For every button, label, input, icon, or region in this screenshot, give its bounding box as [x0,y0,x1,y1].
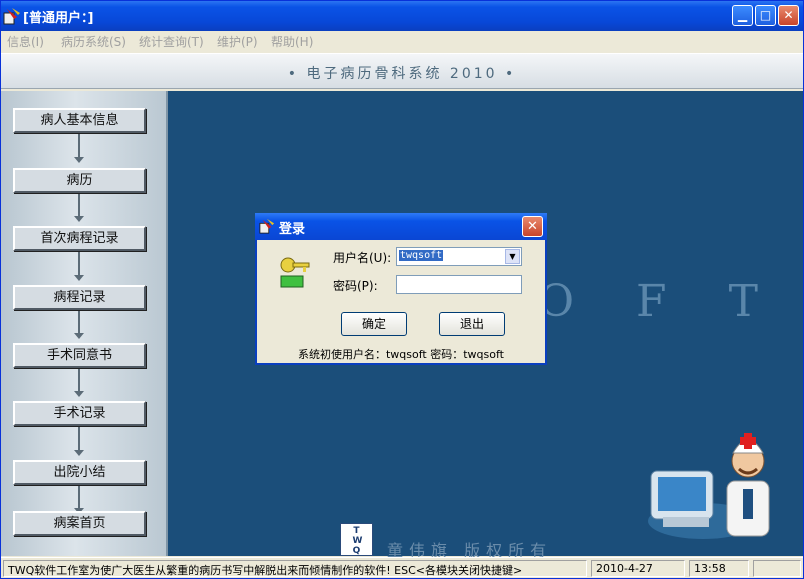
flow-arrow [74,486,84,514]
menu-help[interactable]: 帮助(H) [271,33,313,50]
status-message: TWQ软件工作室为使广大医生从繁重的病历书写中解脱出来而倾情制作的软件! ESC… [3,560,587,577]
banner-title: • 电子病历骨科系统 2010 • [287,66,517,82]
username-value: twqsoft [399,250,444,261]
flow-arrow [74,311,84,339]
title-bar[interactable]: [普通用户：] ▁ □ ✕ [1,1,803,31]
logo-text: TWQ [352,526,363,556]
window-title: [普通用户：] [23,11,94,26]
login-hint-text: 系统初使用户名：twqsoft 密码：twqsoft [298,348,504,361]
login-dialog-title: 登录 [279,222,306,237]
menu-records-system[interactable]: 病历系统(S) [61,33,126,50]
flow-arrow [74,427,84,456]
twq-logo: TWQ [340,523,373,556]
chevron-down-icon[interactable]: ▼ [505,249,520,264]
nav-case-front-page-button[interactable]: 病案首页 [13,511,146,536]
confirm-button[interactable]: 确定 [341,312,407,336]
nav-discharge-summary-button[interactable]: 出院小结 [13,460,146,485]
nav-first-progress-button[interactable]: 首次病程记录 [13,226,146,251]
app-icon [3,8,20,25]
username-label: 用户名(U): [333,251,392,265]
menu-maintenance[interactable]: 维护(P) [217,33,258,50]
menu-statistics[interactable]: 统计查询(T) [139,33,204,50]
login-dialog: 登录 ✕ 用户名(U): twqsoft ▼ 密码(P): 确定 退出 系统初使… [255,213,547,365]
flow-arrow [74,134,84,163]
background-watermark-text: O F T [538,276,782,327]
status-time: 13:58 [689,560,749,577]
menu-bar: 信息(I) 病历系统(S) 统计查询(T) 维护(P) 帮助(H) [1,31,803,51]
nav-patient-info-button[interactable]: 病人基本信息 [13,108,146,133]
login-close-button[interactable]: ✕ [522,216,543,237]
nav-progress-record-button[interactable]: 病程记录 [13,285,146,310]
flow-arrow [74,252,84,281]
doctor-illustration [648,433,770,539]
status-date: 2010-4-27 [591,560,685,577]
password-field[interactable] [396,275,522,294]
status-panel-empty [753,560,801,577]
flow-arrow [74,194,84,222]
minimize-button[interactable]: ▁ [732,5,753,26]
status-bar: TWQ软件工作室为使广大医生从繁重的病历书写中解脱出来而倾情制作的软件! ESC… [1,557,803,578]
app-banner: • 电子病历骨科系统 2010 • [1,53,803,89]
nav-medical-record-button[interactable]: 病历 [13,168,146,193]
nav-surgery-record-button[interactable]: 手术记录 [13,401,146,426]
login-dialog-body: 用户名(U): twqsoft ▼ 密码(P): 确定 退出 系统初使用户名：t… [257,240,545,363]
password-label: 密码(P): [333,279,378,293]
nav-surgery-consent-button[interactable]: 手术同意书 [13,343,146,368]
app-icon [259,218,275,234]
menu-info[interactable]: 信息(I) [7,33,44,50]
key-icon [280,257,310,288]
exit-button[interactable]: 退出 [439,312,505,336]
username-combobox[interactable]: twqsoft ▼ [396,247,522,266]
close-button[interactable]: ✕ [778,5,799,26]
maximize-button[interactable]: □ [755,5,776,26]
login-dialog-titlebar[interactable]: 登录 ✕ [255,213,547,240]
main-window: [普通用户：] ▁ □ ✕ 信息(I) 病历系统(S) 统计查询(T) 维护(P… [0,0,804,579]
flow-arrow [74,369,84,397]
sidebar: 病人基本信息 病历 首次病程记录 病程记录 手术同意书 手术记录 出院小结 病案… [1,91,168,556]
